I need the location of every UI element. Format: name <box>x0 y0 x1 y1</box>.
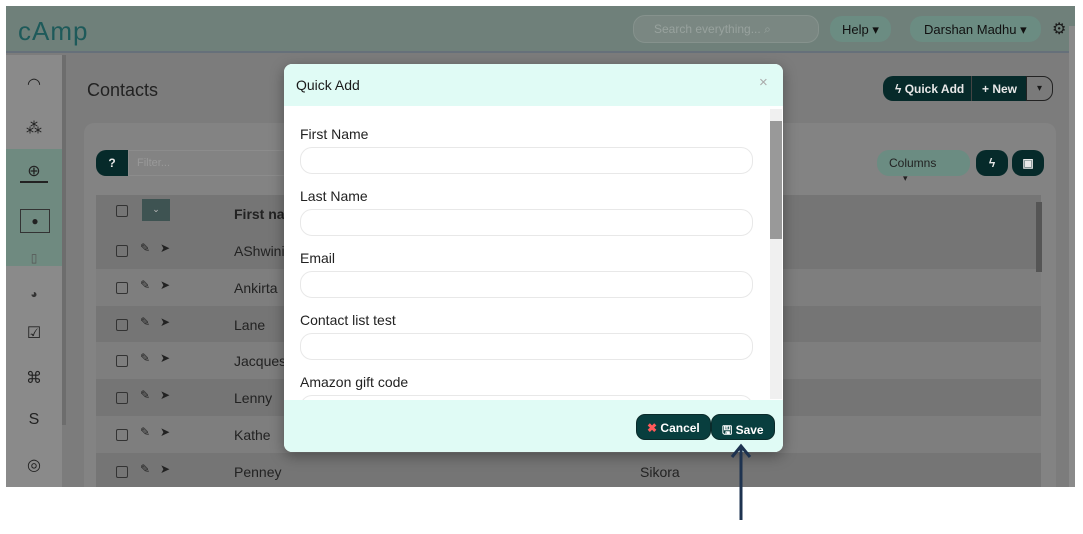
row-checkbox[interactable] <box>116 281 128 294</box>
row-checkbox[interactable] <box>116 429 128 441</box>
arrow-pointer-icon <box>730 443 752 520</box>
send-icon[interactable]: ➤ <box>160 388 170 402</box>
row-checkbox[interactable] <box>116 392 128 405</box>
edit-icon[interactable]: ✎ <box>140 351 150 365</box>
logo: cAmp <box>18 16 89 46</box>
field-label: First Name <box>300 126 369 142</box>
table-row[interactable]: ✎ ➤ Penney Sikora <box>96 452 1041 487</box>
field-label: Last Name <box>300 188 368 204</box>
edit-icon[interactable]: ✎ <box>140 425 150 439</box>
quick-add-label: Quick Add <box>904 82 965 96</box>
x-icon: ✖ <box>647 421 658 435</box>
forms-icon[interactable]: ☑ <box>20 323 48 343</box>
field-label: Contact list test <box>300 312 396 328</box>
row-checkbox[interactable] <box>116 355 128 368</box>
row-checkbox[interactable] <box>116 245 128 257</box>
edit-icon[interactable]: ✎ <box>140 462 150 476</box>
first-name-cell: Jacques <box>234 353 287 370</box>
edit-icon[interactable]: ✎ <box>140 278 150 292</box>
field-label: Email <box>300 250 336 266</box>
sidebar-scrollbar[interactable] <box>62 55 66 425</box>
new-dropdown-button[interactable]: ▾ <box>1026 76 1053 101</box>
modal-scrollbar[interactable] <box>770 109 782 399</box>
send-icon[interactable]: ➤ <box>160 462 170 476</box>
search-icon: ⌕ <box>764 22 771 36</box>
send-icon[interactable]: ➤ <box>160 351 170 365</box>
user-menu[interactable]: Darshan Madhu ▾ <box>910 16 1041 42</box>
save-button[interactable]: 🖫 Save <box>711 414 775 440</box>
modal-header: Quick Add × <box>284 64 783 106</box>
first-name-cell: Penney <box>234 463 282 480</box>
last-name-cell: Sikora <box>640 463 680 480</box>
field-input[interactable] <box>300 147 753 174</box>
field-label: Amazon gift code <box>300 374 409 390</box>
table-scrollbar[interactable] <box>1036 202 1042 272</box>
edit-icon[interactable]: ✎ <box>140 388 150 402</box>
save-label: Save <box>735 423 764 437</box>
org-chart-icon[interactable]: ⁂ <box>20 118 48 138</box>
field-input[interactable] <box>300 271 753 298</box>
lightning-button[interactable]: ϟ <box>976 150 1008 176</box>
contacts-icon[interactable]: ● <box>20 209 50 233</box>
route-icon[interactable]: S <box>20 411 48 429</box>
bulk-actions-dropdown[interactable]: ⌄ <box>142 199 170 221</box>
field-input[interactable] <box>300 209 753 236</box>
dashboard-icon[interactable]: ◠ <box>20 74 48 94</box>
pie-chart-icon[interactable]: ◕ <box>20 287 48 301</box>
edit-icon[interactable]: ✎ <box>140 315 150 329</box>
help-icon[interactable]: ? <box>96 150 128 176</box>
search-placeholder: Search everything... <box>654 22 761 36</box>
send-icon[interactable]: ➤ <box>160 278 170 292</box>
cancel-button[interactable]: ✖ Cancel <box>636 414 711 440</box>
send-icon[interactable]: ➤ <box>160 241 170 255</box>
edit-icon[interactable]: ✎ <box>140 241 150 255</box>
select-all-checkbox[interactable] <box>116 205 128 217</box>
target-icon[interactable]: ⊕ <box>20 161 48 183</box>
lock-button[interactable]: ▣ <box>1012 150 1044 176</box>
user-label: Darshan Madhu <box>924 22 1017 37</box>
help-menu[interactable]: Help ▾ <box>830 16 891 42</box>
top-header: cAmp Search everything... ⌕ Help ▾ Darsh… <box>6 6 1075 53</box>
page-scrollbar[interactable] <box>1069 26 1075 487</box>
goal-icon[interactable]: ◎ <box>20 455 48 475</box>
columns-dropdown[interactable]: Columns ▾ <box>877 150 970 183</box>
first-name-cell: Kathe <box>234 427 271 443</box>
first-name-cell: Lenny <box>234 390 273 407</box>
quick-add-modal: Quick Add × First Name Last Name Email C… <box>284 64 783 452</box>
tablet-icon[interactable]: ▯ <box>20 251 48 265</box>
send-icon[interactable]: ➤ <box>160 315 170 329</box>
close-icon[interactable]: × <box>759 74 768 91</box>
row-checkbox[interactable] <box>116 318 128 331</box>
send-icon[interactable]: ➤ <box>160 425 170 439</box>
help-label: Help <box>842 22 869 37</box>
first-name-cell: AShwini <box>234 243 285 259</box>
search-input[interactable]: Search everything... ⌕ <box>633 15 819 43</box>
modal-title: Quick Add <box>296 77 360 93</box>
first-name-cell: Ankirta <box>234 279 278 296</box>
network-icon[interactable]: ⌘ <box>20 368 48 388</box>
first-name-cell: Lane <box>234 316 266 333</box>
quick-add-button[interactable]: ϟ Quick Add <box>883 76 971 101</box>
save-icon: 🖫 <box>722 423 733 437</box>
columns-label: Columns <box>889 156 937 170</box>
page-title: Contacts <box>87 80 159 100</box>
gear-icon[interactable]: ⚙ <box>1052 19 1066 39</box>
filter-input[interactable]: Filter... <box>128 150 288 176</box>
row-checkbox[interactable] <box>116 465 128 478</box>
cancel-label: Cancel <box>660 421 700 435</box>
field-input[interactable] <box>300 333 753 360</box>
new-button[interactable]: + New <box>971 76 1026 101</box>
